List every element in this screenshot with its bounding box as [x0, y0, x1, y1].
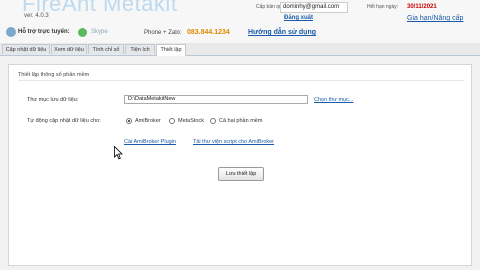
- radio-metastock-label[interactable]: MetaStock: [178, 118, 204, 124]
- skype-icon[interactable]: [78, 28, 87, 37]
- skype-link[interactable]: Skype: [91, 29, 108, 35]
- phone-label: Phone + Zalo:: [144, 30, 182, 36]
- logout-link[interactable]: Đăng xuất: [284, 15, 313, 21]
- upgrade-link[interactable]: Gia hạn/Nâng cấp: [407, 15, 463, 22]
- radio-amibroker[interactable]: [126, 118, 132, 124]
- tab-indicators[interactable]: Tính chỉ số: [88, 44, 124, 54]
- amibroker-plugin-link[interactable]: Cài AmiBroker Plugin: [124, 139, 176, 145]
- support-icon: [6, 27, 16, 37]
- section-divider: [18, 80, 464, 81]
- phone-number: 083.844.1234: [187, 29, 230, 36]
- autoupdate-label: Tự động cập nhật dữ liệu cho:: [27, 118, 101, 124]
- radio-both[interactable]: [210, 118, 216, 124]
- support-label: Hỗ trợ trực tuyến:: [18, 29, 70, 35]
- save-settings-button[interactable]: Lưu thiết lập: [218, 167, 264, 181]
- radio-both-label[interactable]: Cả hai phần mềm: [219, 118, 262, 124]
- tab-view-data[interactable]: Xem dữ liệu: [51, 44, 87, 54]
- folder-label: Thư mục lưu dữ liệu:: [27, 97, 79, 103]
- tab-utilities[interactable]: Tiện ích: [125, 44, 155, 54]
- app-version: ver. 4.0.3: [24, 13, 49, 19]
- tab-bar: Cập nhật dữ liệu Xem dữ liệu Tính chỉ số…: [0, 43, 480, 56]
- license-user: dominhy@gmail.com: [283, 4, 340, 10]
- choose-folder-link[interactable]: Chọn thư mục...: [314, 97, 353, 103]
- folder-input[interactable]: D:\DataMetakitNew: [124, 95, 308, 104]
- script-library-link[interactable]: Tải thư viện script cho AmiBroker: [193, 139, 274, 145]
- mouse-cursor-icon: [114, 146, 123, 160]
- tab-update-data[interactable]: Cập nhật dữ liệu: [2, 44, 50, 54]
- radio-metastock[interactable]: [169, 118, 175, 124]
- expiry-label: Hết hạn ngày:: [367, 4, 399, 10]
- section-title: Thiết lập thông số phần mềm: [18, 72, 90, 78]
- guide-link[interactable]: Hướng dẫn sử dụng: [248, 29, 316, 36]
- radio-amibroker-label[interactable]: AmiBroker: [135, 118, 161, 124]
- tab-settings[interactable]: Thiết lập: [156, 44, 186, 56]
- expiry-date: 30/11/2021: [407, 4, 437, 10]
